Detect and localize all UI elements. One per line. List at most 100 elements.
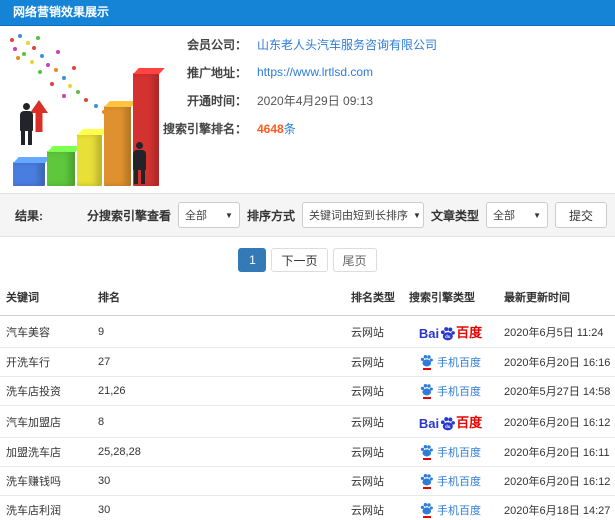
open-time-value: 2020年4月29日 09:13	[257, 93, 374, 108]
keyword-cell: 洗车赚钱吗	[0, 466, 92, 496]
red-underline-decoration	[422, 516, 431, 518]
keyword-cell: 洗车店利润	[0, 495, 92, 520]
engine-cell: Baidu百度 手机百度	[403, 466, 498, 496]
baidu-mobile-logo: 手机百度	[420, 473, 481, 489]
chevron-down-icon: ▼	[412, 210, 421, 220]
results-table: 关键词 排名 排名类型 搜索引擎类型 最新更新时间 汽车美容 9 云网站 Bai…	[0, 280, 615, 520]
title-bar: 网络营销效果展示	[0, 0, 615, 26]
rank-type-cell: 云网站	[345, 315, 403, 348]
baidu-paw-icon	[420, 473, 433, 489]
updated-cell: 2020年6月20日 16:16	[498, 347, 615, 377]
rank-cell[interactable]: 25,28,28	[92, 437, 345, 467]
rank-type-cell: 云网站	[345, 405, 403, 438]
rank-count-label: 搜索引擎排名：	[162, 121, 247, 136]
company-label: 会员公司：	[186, 37, 247, 52]
table-row: 洗车店利润 30 云网站 Baidu百度 手机百度 2020年6月18日 14:…	[0, 495, 615, 520]
keyword-cell: 加盟洗车店	[0, 437, 92, 467]
baidu-paw-icon	[420, 383, 433, 399]
baidu-mobile-logo: 手机百度	[420, 502, 481, 518]
keyword-cell: 洗车店投资	[0, 376, 92, 406]
engine-filter-select[interactable]: 全部 ▼	[177, 202, 240, 228]
rank-type-cell: 云网站	[345, 376, 403, 406]
rank-type-cell: 云网站	[345, 347, 403, 377]
chart-bar-orange	[104, 106, 131, 186]
info-row-open-time: 开通时间： 2020年4月29日 09:13	[140, 90, 600, 110]
updated-cell: 2020年5月27日 14:58	[498, 376, 615, 406]
last-page-button[interactable]: 尾页	[332, 248, 377, 272]
mobile-baidu-label: 手机百度	[437, 505, 481, 517]
rank-count-value: 4648条	[257, 120, 296, 137]
submit-button[interactable]: 提交	[554, 202, 607, 228]
updated-cell: 2020年6月18日 14:27	[498, 495, 615, 520]
rank-type-cell: 云网站	[345, 437, 403, 467]
article-type-value: 全部	[492, 210, 515, 222]
table-row: 洗车赚钱吗 30 云网站 Baidu百度 手机百度 2020年6月20日 16:…	[0, 466, 615, 496]
filter-bar: 结果: 分搜索引擎查看 全部 ▼ 排序方式 关键词由短到长排序 ▼ 文章类型 全…	[0, 193, 615, 237]
red-underline-decoration	[422, 368, 431, 370]
confetti-dots-decoration	[10, 38, 14, 42]
result-section-label: 结果:	[15, 208, 43, 223]
baidu-mobile-logo: 手机百度	[420, 383, 481, 399]
mobile-baidu-label: 手机百度	[437, 357, 481, 369]
table-row: 汽车加盟店 8 云网站 Baidu百度 手机百度 2020年6月20日 16:1…	[0, 405, 615, 438]
article-type-label: 文章类型	[430, 208, 479, 223]
chart-bar-blue	[13, 162, 45, 186]
pagination: 1 下一页 尾页	[0, 248, 615, 272]
article-type-select[interactable]: 全部 ▼	[485, 202, 548, 228]
updated-cell: 2020年6月20日 16:12	[498, 405, 615, 438]
updated-cell: 2020年6月20日 16:12	[498, 466, 615, 496]
engine-cell: Baidu百度 手机百度	[403, 347, 498, 377]
engine-cell: Baidu百度 手机百度	[403, 405, 498, 438]
baidu-mobile-logo: 手机百度	[420, 354, 481, 370]
page-1-button[interactable]: 1	[238, 248, 267, 272]
baidu-paw-icon	[420, 354, 433, 370]
info-row-rank-count: 搜索引擎排名： 4648条	[140, 118, 600, 138]
red-underline-decoration	[422, 397, 431, 399]
baidu-paw-icon: du	[440, 416, 455, 431]
chevron-down-icon: ▼	[225, 210, 233, 220]
header-updated: 最新更新时间	[498, 280, 615, 316]
table-header-row: 关键词 排名 排名类型 搜索引擎类型 最新更新时间	[0, 280, 615, 316]
rank-cell[interactable]: 8	[92, 405, 345, 438]
info-row-company: 会员公司： 山东老人头汽车服务咨询有限公司	[140, 34, 600, 54]
keyword-cell: 开洗车行	[0, 347, 92, 377]
mobile-baidu-label: 手机百度	[437, 476, 481, 488]
svg-text:du: du	[445, 424, 451, 429]
info-row-url: 推广地址： https://www.lrtlsd.com	[140, 62, 600, 82]
rank-type-cell: 云网站	[345, 495, 403, 520]
baidu-paw-icon	[420, 444, 433, 460]
sort-select[interactable]: 关键词由短到长排序 ▼	[301, 202, 424, 228]
table-row: 开洗车行 27 云网站 Baidu百度 手机百度 2020年6月20日 16:1…	[0, 347, 615, 377]
header-engine-type: 搜索引擎类型	[403, 280, 498, 316]
table-row: 汽车美容 9 云网站 Baidu百度 手机百度 2020年6月5日 11:24	[0, 315, 615, 348]
header-rank: 排名	[92, 280, 345, 316]
rank-cell[interactable]: 21,26	[92, 376, 345, 406]
table-row: 加盟洗车店 25,28,28 云网站 Baidu百度 手机百度 2020年6月2…	[0, 437, 615, 467]
page-title: 网络营销效果展示	[13, 5, 110, 19]
next-page-button[interactable]: 下一页	[271, 248, 328, 272]
rank-cell[interactable]: 30	[92, 495, 345, 520]
company-link[interactable]: 山东老人头汽车服务咨询有限公司	[257, 36, 437, 53]
baidu-pc-logo: Bai du 百度	[418, 415, 483, 431]
engine-filter-value: 全部	[184, 210, 207, 222]
open-time-label: 开通时间：	[186, 93, 247, 108]
chart-bar-yellow	[77, 134, 102, 186]
member-info-panel: 会员公司： 山东老人头汽车服务咨询有限公司 推广地址： https://www.…	[140, 34, 600, 146]
results-table-body: 汽车美容 9 云网站 Baidu百度 手机百度 2020年6月5日 11:24 …	[0, 315, 615, 520]
keyword-cell: 汽车美容	[0, 315, 92, 348]
promo-url-label: 推广地址：	[186, 65, 247, 80]
updated-cell: 2020年6月5日 11:24	[498, 315, 615, 348]
promo-url-link[interactable]: https://www.lrtlsd.com	[257, 65, 373, 79]
engine-cell: Baidu百度 手机百度	[403, 315, 498, 348]
rank-cell[interactable]: 30	[92, 466, 345, 496]
rank-count-number: 4648	[257, 121, 284, 136]
baidu-paw-icon: du	[440, 326, 455, 341]
mobile-baidu-label: 手机百度	[437, 447, 481, 459]
rank-cell[interactable]: 27	[92, 347, 345, 377]
keyword-cell: 汽车加盟店	[0, 405, 92, 438]
red-underline-decoration	[422, 458, 431, 460]
rank-type-cell: 云网站	[345, 466, 403, 496]
engine-cell: Baidu百度 手机百度	[403, 376, 498, 406]
rank-cell[interactable]: 9	[92, 315, 345, 348]
rank-count-unit: 条	[283, 121, 296, 136]
